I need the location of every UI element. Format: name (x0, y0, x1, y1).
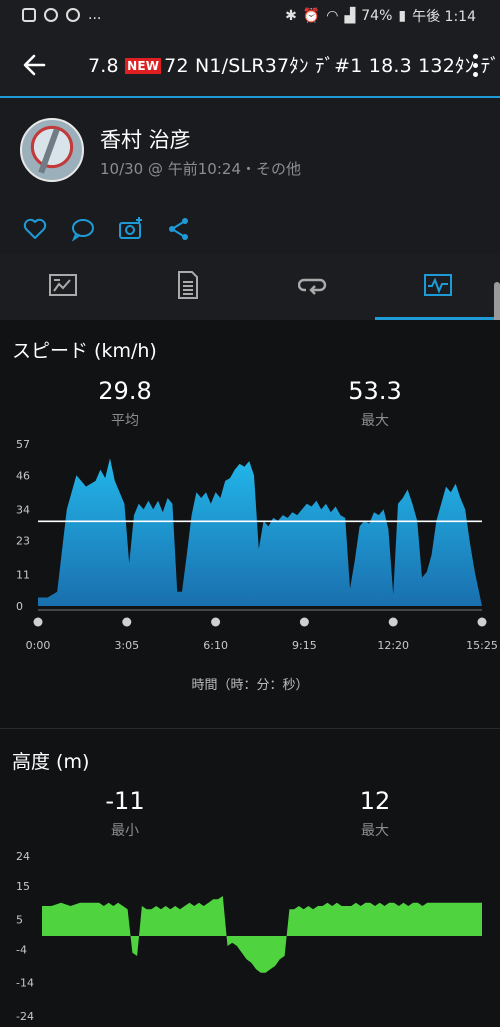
speed-title: スピード (km/h) (12, 340, 157, 362)
speed-x-tick-dot (122, 617, 132, 627)
speed-x-tick: 9:15 (292, 639, 317, 652)
comment-icon[interactable] (70, 216, 96, 242)
speed-y-tick: 46 (16, 469, 30, 482)
battery-icon: ▮ (398, 8, 407, 24)
speed-x-tick-dot (477, 617, 487, 627)
data-saver-icon (44, 8, 58, 22)
tab-details[interactable] (125, 254, 250, 320)
speed-max-label: 最大 (361, 413, 389, 429)
speed-average-value: 29.8 (98, 377, 152, 405)
altitude-min-label: 最小 (111, 823, 139, 839)
speed-chart[interactable]: 0 11 23 34 46 57 0:00 3:05 6:10 9:15 12:20 15:25 (0, 432, 500, 672)
speed-average-label: 平均 (111, 413, 139, 429)
altitude-y-tick: -24 (16, 1010, 34, 1023)
speed-x-tick: 3:05 (114, 639, 139, 652)
new-badge: NEW (125, 58, 162, 74)
activity-datetime: 10/30 @ 午前10:24・その他 (100, 160, 301, 178)
altitude-title: 高度 (m) (12, 751, 90, 773)
speed-x-tick: 15:25 (466, 639, 498, 652)
share-icon[interactable] (166, 216, 192, 242)
speed-x-tick-dot (388, 617, 398, 627)
altitude-y-tick: -4 (16, 943, 27, 956)
battery-percent: 74% (361, 8, 393, 24)
altitude-max-label: 最大 (361, 823, 389, 839)
signal-icon: ▟ (344, 8, 356, 24)
wifi-icon: ◠ (326, 8, 339, 24)
altitude-y-tick: 15 (16, 880, 30, 893)
activity-title: 7.8 NEW 72 N1/SLR37ﾀﾝ ﾃﾞ#1 18.3 132ﾀﾝ ﾃﾞ (88, 51, 500, 78)
tab-bar (0, 254, 500, 320)
speed-x-tick-dot (33, 617, 43, 627)
laps-loop-icon (298, 278, 327, 295)
speed-x-axis-label: 時間（時：分：秒） (191, 678, 309, 693)
altitude-y-tick: -14 (16, 977, 34, 990)
altitude-area-series (42, 896, 482, 973)
image-icon (22, 8, 36, 22)
back-arrow-icon[interactable] (20, 50, 50, 80)
altitude-y-tick: 24 (16, 850, 30, 863)
add-photo-icon[interactable] (118, 216, 144, 242)
altitude-y-tick: 5 (16, 913, 23, 926)
activity-owner: 香村 治彦 10/30 @ 午前10:24・その他 (0, 98, 500, 205)
altitude-min-value: -11 (105, 787, 145, 815)
tab-charts[interactable] (375, 254, 500, 320)
alarm-icon: ⏰ (302, 8, 321, 24)
tab-summary[interactable] (0, 254, 125, 320)
summary-icon (49, 274, 77, 296)
social-actions (0, 204, 500, 255)
app-bar: 7.8 NEW 72 N1/SLR37ﾀﾝ ﾃﾞ#1 18.3 132ﾀﾝ ﾃﾞ (0, 32, 500, 98)
speed-x-tick: 6:10 (203, 639, 228, 652)
more-options-icon[interactable] (470, 54, 480, 78)
tab-laps[interactable] (250, 254, 375, 320)
status-bar: ... ✱ ⏰ ◠ ▟ 74% ▮ 午後 1:14 (0, 0, 500, 32)
altitude-max-value: 12 (359, 787, 391, 815)
speed-max-value: 53.3 (348, 377, 402, 405)
owner-name[interactable]: 香村 治彦 (100, 124, 191, 154)
title-rest: 72 N1/SLR37ﾀﾝ ﾃﾞ#1 18.3 132ﾀﾝ ﾃﾞ (164, 55, 500, 77)
chart-pulse-icon (424, 274, 452, 296)
speed-x-tick-dot (211, 617, 221, 627)
document-icon (178, 271, 198, 299)
speed-y-tick: 23 (16, 535, 30, 548)
speed-x-tick-dot (299, 617, 309, 627)
altitude-card: 高度 (m) -11 最小 12 最大 24 15 5 -4 -14 -24 (0, 729, 500, 1027)
speed-y-tick: 57 (16, 438, 30, 451)
speed-area-series (38, 458, 482, 606)
sync-icon (66, 8, 80, 22)
speed-x-tick: 12:20 (377, 639, 409, 652)
speed-y-tick: 34 (16, 503, 30, 516)
more-notifications: ... (88, 7, 102, 23)
speed-x-tick: 0:00 (26, 639, 51, 652)
speed-y-tick: 11 (16, 569, 30, 582)
speed-y-tick: 0 (16, 600, 23, 613)
altitude-chart[interactable]: 24 15 5 -4 -14 -24 (0, 847, 500, 1027)
avatar[interactable] (20, 118, 84, 182)
speed-card: スピード (km/h) 29.8 平均 53.3 最大 0 11 23 34 46 57 … (0, 320, 500, 728)
bluetooth-icon: ✱ (285, 8, 297, 24)
like-heart-icon[interactable] (22, 216, 48, 242)
title-prefix: 7.8 (88, 55, 119, 77)
clock: 午後 1:14 (412, 9, 476, 25)
